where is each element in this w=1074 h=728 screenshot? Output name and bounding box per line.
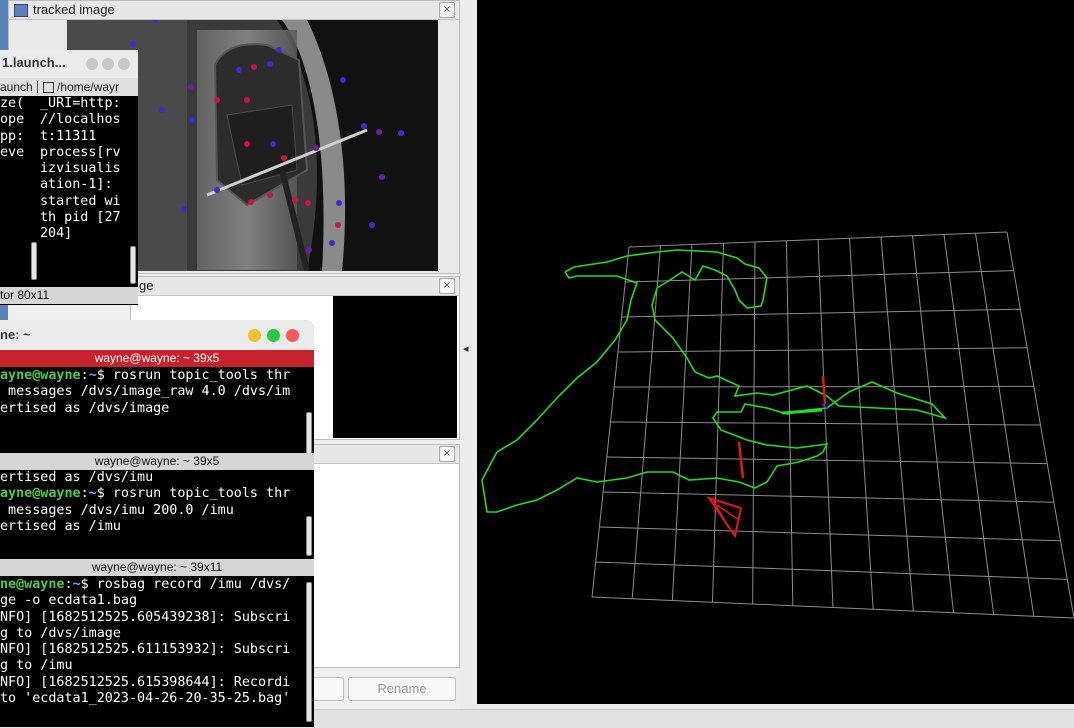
pane1-line: ayne@wayne:~$ rosrun topic_tools thr: [0, 368, 310, 384]
prompt-cmd: $ rosrun topic_tools thr: [96, 486, 291, 502]
pane3-line: ne@wayne:~$ rosbag record /imu /dvs/: [0, 577, 310, 593]
second-panel-title: ge: [139, 278, 154, 293]
launch-right-line: _URI=http:: [40, 96, 121, 111]
second-image-view: [333, 296, 457, 438]
close-icon[interactable]: ×: [439, 2, 455, 18]
launch-right-line: process[rv: [40, 144, 121, 160]
pane3-line: g to /dvs/image: [0, 625, 121, 641]
launch-right-line: t:11311: [40, 128, 97, 144]
pane2[interactable]: ertised as /dvs/imu ayne@wayne:~$ rosrun…: [0, 470, 310, 535]
launch-terminal-window: 1.launch... aunch /home/wayr ze( ope pp:…: [0, 50, 138, 305]
second-panel-titlebar[interactable]: ge ×: [131, 277, 459, 296]
tab-grid-icon: [43, 82, 54, 93]
maximize-button[interactable]: [102, 58, 114, 70]
minimize-button[interactable]: [86, 58, 98, 70]
collapse-arrow-icon[interactable]: ◂: [463, 342, 469, 355]
pane3-line: NFO] [1682512525.615398644]: Recordi: [0, 674, 291, 690]
launch-left-column: ze( ope pp: eve: [0, 96, 38, 161]
prompt-user: ayne@wayne: [0, 368, 81, 383]
tab-launch[interactable]: aunch: [0, 78, 33, 96]
launch-titlebar[interactable]: 1.launch...: [0, 50, 138, 78]
pane3-line: ge -o ecdata1.bag: [0, 593, 138, 609]
launch-right-scrollbar[interactable]: [130, 246, 136, 284]
launch-right-line: ation-1]:: [40, 177, 113, 193]
prompt-cmd: $ rosbag record /imu /dvs/: [80, 577, 291, 592]
maximize-button[interactable]: [267, 329, 280, 342]
image-icon: [14, 4, 28, 17]
pane1-line: messages /dvs/image_raw 4.0 /dvs/im: [0, 384, 291, 400]
pose-axis-green: [781, 408, 823, 415]
close-button[interactable]: [286, 329, 299, 342]
launch-left-line: ze(: [0, 96, 25, 111]
pane3-line: NFO] [1682512525.605439238]: Subscri: [0, 609, 291, 625]
pane2-bar[interactable]: wayne@wayne: ~ 39x5: [0, 453, 314, 470]
rviz-3d-view[interactable]: [477, 0, 1074, 704]
third-panel-titlebar[interactable]: ×: [311, 445, 459, 464]
pane3[interactable]: ne@wayne:~$ rosbag record /imu /dvs/ ge …: [0, 577, 310, 707]
pane2-line: ertised as /imu: [0, 518, 121, 534]
pane1-line: ertised as /dvs/image: [0, 400, 170, 416]
pane2-line: ayne@wayne:~$ rosrun topic_tools thr: [0, 486, 310, 502]
tracked-image-title: tracked image: [33, 2, 115, 17]
launch-left-scrollbar[interactable]: [31, 242, 37, 280]
close-icon[interactable]: ×: [439, 278, 455, 294]
prompt-path: ~: [72, 577, 81, 592]
prompt-path: ~: [88, 368, 97, 383]
prompt-sep: :: [64, 577, 73, 592]
launch-right-line: izvisualis: [40, 161, 121, 177]
splitter[interactable]: ◂: [460, 0, 477, 709]
launch-left-line: eve: [0, 144, 25, 160]
pane2-scrollbar[interactable]: [306, 516, 312, 556]
grid-3d-svg: [481, 231, 1074, 619]
prompt-cmd: $ rosrun topic_tools thr: [96, 368, 291, 383]
launch-right-line: th pid [27: [40, 210, 121, 226]
main-title: ne: ~: [0, 327, 31, 342]
launch-title: 1.launch...: [2, 55, 66, 70]
launch-right-line: //localhos: [40, 112, 121, 128]
launch-tabbar: aunch /home/wayr: [0, 78, 138, 96]
main-terminal-window: ne: ~ wayne@wayne: ~ 39x5 ayne@wayne:~$ …: [0, 320, 314, 727]
pane1-scrollbar[interactable]: [306, 412, 312, 454]
pane3-line: NFO] [1682512525.611153932]: Subscri: [0, 642, 291, 658]
close-icon[interactable]: ×: [439, 446, 455, 462]
pane3-line: to 'ecdata1_2023-04-26-20-35-25.bag': [0, 691, 291, 707]
third-panel: ×: [310, 444, 460, 668]
tracked-image-titlebar[interactable]: tracked image ×: [9, 1, 459, 20]
launch-right-column: _URI=http: //localhos t:11311 process[rv…: [40, 96, 138, 243]
prompt-sep: :: [80, 368, 89, 383]
tab-home[interactable]: /home/wayr: [57, 78, 119, 96]
prompt-sep: :: [80, 486, 89, 502]
pose-axis-red: [737, 441, 745, 479]
launch-left-line: pp:: [0, 128, 25, 144]
prompt-path: ~: [88, 486, 97, 502]
pane2-line: messages /dvs/imu 200.0 /imu: [0, 502, 234, 518]
pane3-scrollbar[interactable]: [306, 582, 312, 722]
launch-right-line: started wi: [40, 193, 121, 209]
pane1-bar[interactable]: wayne@wayne: ~ 39x5: [0, 350, 314, 367]
rename-button[interactable]: Rename: [348, 677, 456, 701]
minimize-button[interactable]: [248, 329, 261, 342]
prompt-user: ne@wayne: [0, 577, 65, 592]
trajectory-path: [481, 249, 948, 513]
pane2-line: ertised as /dvs/imu: [0, 470, 154, 485]
prompt-user: ayne@wayne: [0, 486, 81, 502]
launch-left-line: ope: [0, 112, 25, 128]
pane3-line: g to /imu: [0, 658, 73, 674]
launch-right-line: 204]: [40, 226, 73, 242]
main-titlebar[interactable]: ne: ~: [0, 320, 314, 350]
pose-axis-red: [821, 375, 827, 405]
pane3-bar[interactable]: wayne@wayne: ~ 39x11: [0, 559, 314, 576]
close-button[interactable]: [118, 58, 130, 70]
tab-separator: [37, 81, 38, 93]
pane1[interactable]: ayne@wayne:~$ rosrun topic_tools thr mes…: [0, 368, 310, 417]
launch-footer: tor 80x11: [0, 287, 138, 304]
